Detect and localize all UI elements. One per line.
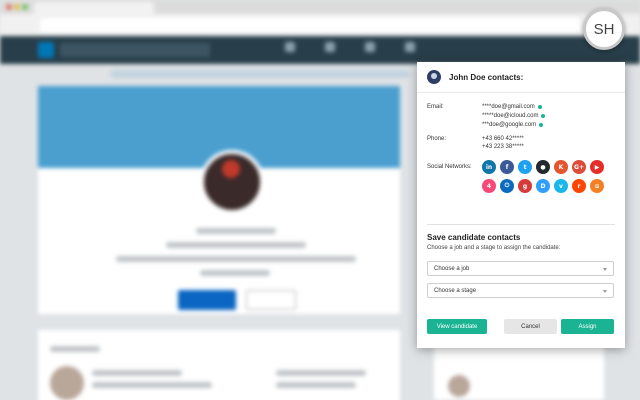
- candidate-avatar: [427, 70, 441, 84]
- youtube-icon[interactable]: ▶: [590, 160, 604, 174]
- highlight-text-placeholder: [92, 370, 182, 376]
- chevron-down-icon: [603, 290, 607, 293]
- profile-text-placeholder: [116, 256, 356, 262]
- extension-badge-button[interactable]: SH: [583, 8, 625, 50]
- social-icons-grid: in f t ● K G+ ▶ 4 ⏻ g Dv r ≡: [482, 160, 612, 193]
- linkedin-icon[interactable]: in: [482, 160, 496, 174]
- nav-icon: [405, 42, 415, 52]
- highlights-card: [38, 330, 400, 400]
- verified-dot-icon: [541, 114, 546, 118]
- verified-dot-icon: [537, 105, 542, 109]
- section-divider: [427, 224, 615, 225]
- profile-avatar-detail: [222, 160, 240, 178]
- window-close-dot: [6, 4, 12, 10]
- site-logo: [38, 42, 54, 58]
- chevron-down-icon: [603, 268, 607, 271]
- popup-title: John Doe contacts:: [449, 72, 524, 82]
- email-row[interactable]: *****doe@icloud.com: [482, 113, 546, 119]
- stackoverflow-icon[interactable]: ≡: [590, 179, 604, 193]
- social-networks-label: Social Networks:: [427, 164, 472, 170]
- site-search: [60, 43, 210, 57]
- gravatar-icon[interactable]: g: [518, 179, 532, 193]
- save-contacts-title: Save candidate contacts: [427, 233, 521, 242]
- profile-text-placeholder: [200, 270, 270, 276]
- cancel-button[interactable]: Cancel: [504, 319, 557, 334]
- window-min-dot: [14, 4, 20, 10]
- foursquare-icon[interactable]: 4: [482, 179, 496, 193]
- twitter-icon[interactable]: t: [518, 160, 532, 174]
- highlight-thumbnail: [50, 366, 84, 400]
- stage-select-value: Choose a stage: [434, 287, 477, 294]
- window-max-dot: [22, 4, 28, 10]
- disqus-icon[interactable]: D: [536, 179, 550, 193]
- view-candidate-button[interactable]: View candidate: [427, 319, 487, 334]
- nav-icon: [285, 42, 295, 52]
- profile-text-placeholder: [166, 242, 306, 248]
- email-value: *****doe@icloud.com: [482, 113, 539, 119]
- popup-header: John Doe contacts:: [427, 70, 523, 84]
- verified-dot-icon: [539, 123, 544, 127]
- extension-initials: SH: [593, 20, 615, 38]
- highlights-heading-placeholder: [50, 346, 100, 352]
- reddit-icon[interactable]: r: [572, 179, 586, 193]
- save-contacts-subtitle: Choose a job and a stage to assign the c…: [427, 245, 561, 251]
- phone-row[interactable]: +43 660 42*****: [482, 136, 524, 142]
- phone-label: Phone:: [427, 136, 447, 142]
- page-notice: [110, 70, 410, 78]
- nav-icon: [365, 42, 375, 52]
- profile-secondary-button: [246, 290, 296, 310]
- email-label: Email:: [427, 104, 444, 110]
- power-icon[interactable]: ⏻: [500, 179, 514, 193]
- email-value: ****doe@gmail.com: [482, 104, 535, 110]
- browser-tab: [34, 2, 154, 14]
- nav-icon: [325, 42, 335, 52]
- address-bar: [40, 18, 580, 32]
- email-row[interactable]: ***doe@google.com: [482, 122, 544, 128]
- phone-value: +43 660 42*****: [482, 136, 524, 142]
- profile-primary-button: [178, 290, 236, 310]
- job-select[interactable]: Choose a job: [427, 261, 614, 276]
- contacts-popup: John Doe contacts: Email: ****doe@gmail.…: [417, 62, 625, 348]
- assign-button[interactable]: Assign: [561, 319, 614, 334]
- stage-select[interactable]: Choose a stage: [427, 283, 614, 298]
- header-divider: [417, 92, 625, 93]
- highlight-text-placeholder: [276, 382, 356, 388]
- job-select-value: Choose a job: [434, 265, 470, 272]
- github-icon[interactable]: ●: [536, 160, 550, 174]
- vimeo-icon[interactable]: v: [554, 179, 568, 193]
- klout-icon[interactable]: K: [554, 160, 568, 174]
- highlight-text-placeholder: [276, 370, 366, 376]
- profile-name-placeholder: [196, 228, 276, 234]
- facebook-icon[interactable]: f: [500, 160, 514, 174]
- email-row[interactable]: ****doe@gmail.com: [482, 104, 542, 110]
- email-value: ***doe@google.com: [482, 122, 537, 128]
- side-thumbnail: [448, 375, 470, 397]
- googleplus-icon[interactable]: G+: [572, 160, 586, 174]
- phone-row[interactable]: +43 223 38*****: [482, 144, 524, 150]
- highlight-text-placeholder: [92, 382, 212, 388]
- phone-value: +43 223 38*****: [482, 144, 524, 150]
